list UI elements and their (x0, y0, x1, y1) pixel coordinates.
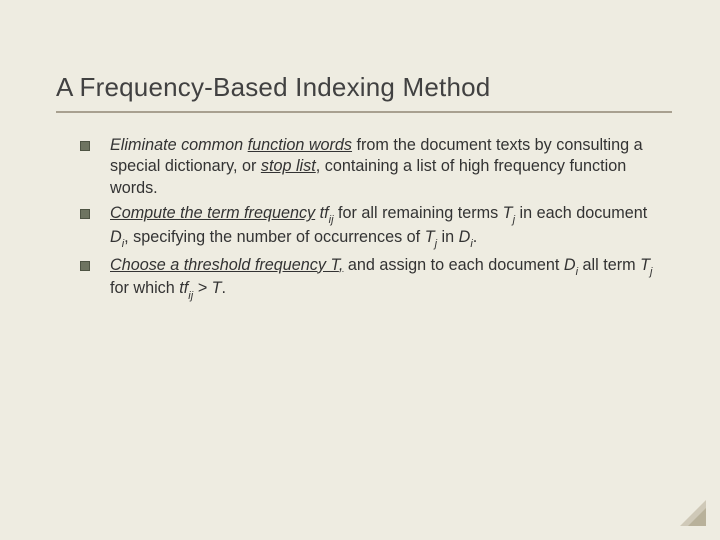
underlined-phrase: Compute the term frequency (110, 204, 315, 222)
bullet-list: Eliminate common function words from the… (56, 135, 672, 302)
text: . (222, 279, 227, 297)
list-item: Compute the term frequency tfij for all … (80, 203, 664, 251)
text: Eliminate common (110, 136, 248, 154)
var-D: D (459, 228, 471, 246)
text: in each document (515, 204, 647, 222)
subscript: j (650, 266, 652, 278)
inequality: > T (193, 279, 221, 297)
text: Choose a threshold frequency (110, 256, 330, 274)
subscript: ij (329, 214, 334, 226)
var-T: T (330, 256, 338, 274)
underlined-term: stop list (261, 157, 316, 175)
var-tf: tf (315, 204, 329, 222)
text: for all remaining terms (334, 204, 503, 222)
subscript: j (513, 214, 515, 226)
subscript: i (576, 266, 578, 278)
var-T: T (425, 228, 435, 246)
page-curl-icon (680, 500, 706, 526)
subscript: ij (188, 290, 193, 302)
var-D: D (564, 256, 576, 274)
list-item: Eliminate common function words from the… (80, 135, 664, 199)
var-T: T (640, 256, 650, 274)
title-rule (56, 111, 672, 113)
var-tf: tf (179, 279, 188, 297)
page-title: A Frequency-Based Indexing Method (56, 72, 672, 103)
subscript: i (470, 238, 472, 250)
text: all term (578, 256, 640, 274)
subscript: i (122, 238, 124, 250)
subscript: j (435, 238, 437, 250)
underlined-term: function words (248, 136, 352, 154)
text: , specifying the number of occurrences o… (124, 228, 425, 246)
list-item: Choose a threshold frequency T, and assi… (80, 255, 664, 303)
text: . (473, 228, 478, 246)
text: and assign to each document (343, 256, 563, 274)
var-D: D (110, 228, 122, 246)
text: in (437, 228, 459, 246)
var-T: T (503, 204, 513, 222)
slide: A Frequency-Based Indexing Method Elimin… (0, 0, 720, 540)
text: for which (110, 279, 179, 297)
underlined-phrase: Choose a threshold frequency T, (110, 256, 343, 274)
